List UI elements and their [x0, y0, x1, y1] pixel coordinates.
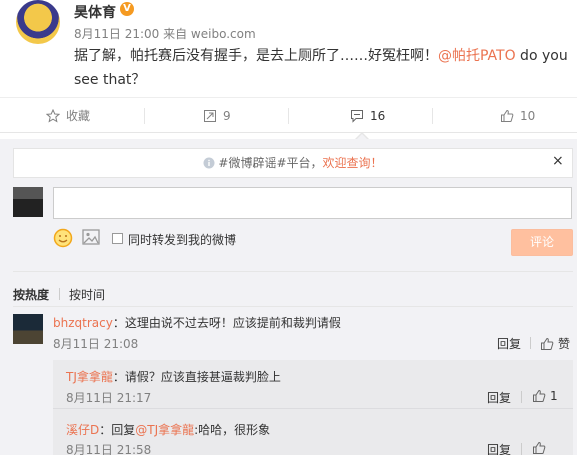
comment-button[interactable]: 16	[350, 98, 385, 134]
notice-text: #微博辟谣#平台，	[218, 156, 323, 170]
reply-button[interactable]: 回复	[497, 335, 521, 352]
mention-link[interactable]: @帕托PATO	[438, 48, 516, 64]
reply-text: ：请假？应该直接甚逼裁判脸上	[112, 370, 281, 384]
comment-input[interactable]	[53, 187, 572, 219]
verified-icon: V	[120, 2, 134, 16]
reply-like-count: 1	[550, 389, 558, 403]
action-bar: 收藏 9 16 10	[0, 97, 577, 133]
reply-time: 8月11日 21:58	[66, 443, 152, 455]
reply-text: :哈哈，很形象	[194, 423, 271, 437]
replier-name[interactable]: 溪仔D	[66, 423, 99, 437]
thumbs-up-icon	[501, 109, 514, 122]
image-icon[interactable]	[82, 229, 100, 245]
reply-time: 8月11日 21:17	[66, 391, 152, 405]
forward-checkbox[interactable]	[112, 233, 123, 244]
reply-prefix: ：回复	[99, 423, 136, 437]
comment-icon	[351, 110, 363, 123]
reply-item: 溪仔D：回复@TJ拿拿龍:哈哈，很形象	[66, 421, 270, 438]
author-avatar[interactable]	[16, 0, 60, 44]
replier-name[interactable]: TJ拿拿龍	[66, 370, 113, 384]
like-count: 10	[520, 109, 536, 123]
thumbs-up-icon	[541, 337, 554, 350]
reply-like-button[interactable]: 1	[532, 389, 558, 403]
post-meta: 8月11日 21:00 来自 weibo.com	[74, 27, 256, 41]
author-name[interactable]: 昊体育	[74, 2, 116, 22]
forward-button[interactable]: 9	[203, 98, 231, 134]
sort-by-time-tab[interactable]: 按时间	[69, 286, 105, 303]
comment-item: bhzqtracy：这理由说不过去呀！应该提前和裁判请假	[53, 314, 341, 331]
favorite-label: 收藏	[66, 109, 91, 123]
info-icon	[203, 157, 215, 169]
comment-text: ：这理由说不过去呀！应该提前和裁判请假	[112, 316, 341, 330]
forward-label: 同时转发到我的微博	[128, 233, 237, 247]
comment-time: 8月11日 21:08	[53, 337, 139, 351]
like-button[interactable]: 10	[500, 98, 535, 134]
reply-button[interactable]: 回复	[487, 441, 511, 455]
post-text: 据了解，帕托赛后没有握手，是去上厕所了……好冤枉啊！	[74, 48, 438, 64]
submit-comment-button[interactable]: 评论	[511, 229, 573, 256]
reply-item: TJ拿拿龍：请假？应该直接甚逼裁判脸上	[66, 368, 281, 385]
comment-caret-fill	[356, 134, 368, 140]
thumbs-up-icon	[533, 441, 546, 454]
comment-like-label: 赞	[558, 337, 571, 351]
post-body: 据了解，帕托赛后没有握手，是去上厕所了……好冤枉啊！@帕托PATO do you…	[74, 44, 569, 92]
favorite-button[interactable]: 收藏	[45, 98, 91, 134]
sort-by-hot-tab[interactable]: 按热度	[13, 286, 49, 303]
forward-icon	[204, 110, 216, 122]
notice-link[interactable]: 欢迎查询！	[323, 156, 383, 170]
reply-button[interactable]: 回复	[487, 389, 511, 406]
reply-mention[interactable]: @TJ拿拿龍	[135, 423, 194, 437]
emoji-icon[interactable]	[53, 228, 73, 248]
thumbs-up-icon	[533, 389, 546, 402]
commenter-avatar[interactable]	[13, 314, 43, 344]
star-icon	[45, 108, 61, 123]
commenter-name[interactable]: bhzqtracy	[53, 316, 113, 330]
close-icon[interactable]: ×	[552, 153, 564, 169]
my-avatar[interactable]	[13, 187, 43, 217]
rumor-notice: #微博辟谣#平台，欢迎查询！	[13, 148, 573, 178]
reply-like-button[interactable]	[532, 441, 550, 455]
comment-count: 16	[370, 109, 386, 123]
comment-like-button[interactable]: 赞	[540, 335, 570, 352]
forward-count: 9	[223, 109, 231, 123]
